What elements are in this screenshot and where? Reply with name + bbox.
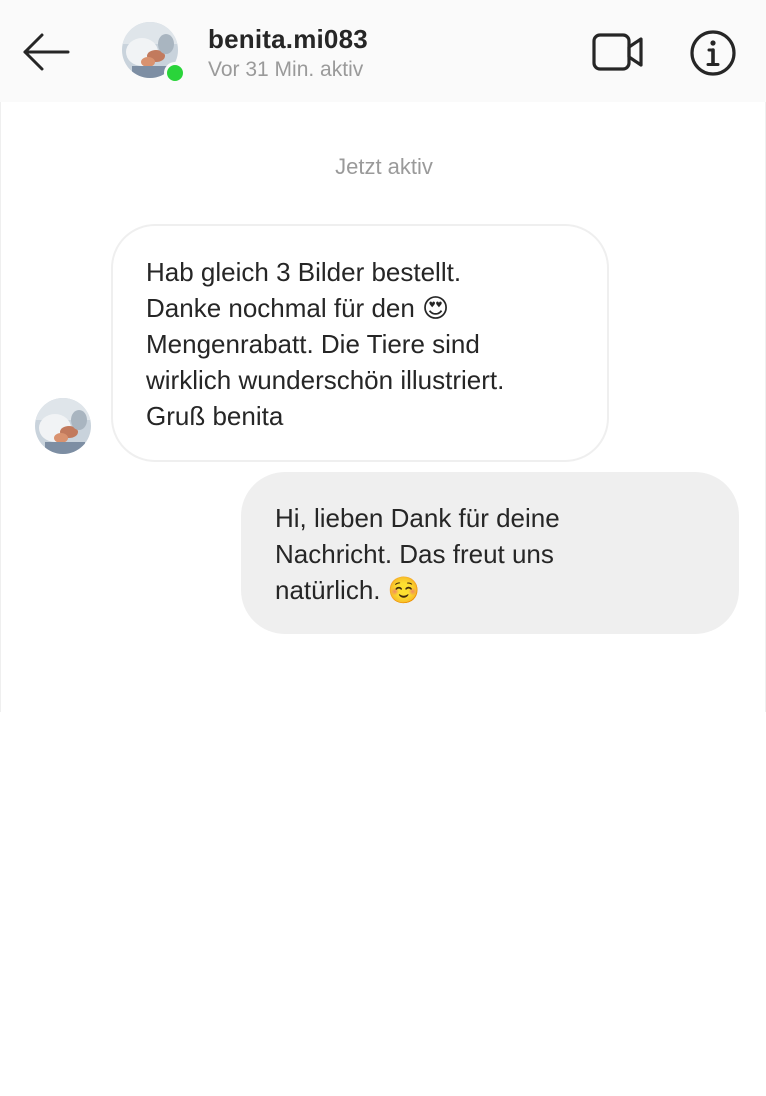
video-call-button[interactable] [590, 30, 646, 74]
chat-header: benita.mi083 Vor 31 Min. aktiv [0, 0, 766, 102]
video-camera-icon [592, 33, 643, 71]
back-button[interactable] [20, 30, 72, 74]
outgoing-message-bubble[interactable]: Hi, lieben Dank für deine Nachricht. Das… [241, 472, 739, 634]
thread-timestamp: Jetzt aktiv [335, 154, 433, 179]
incoming-message-text: Hab gleich 3 Bilder bestellt. Danke noch… [146, 257, 505, 431]
info-circle-icon [690, 30, 736, 76]
online-status-dot [164, 62, 186, 84]
header-avatar[interactable] [122, 22, 186, 84]
last-active-status: Vor 31 Min. aktiv [208, 58, 364, 81]
outgoing-message-text: Hi, lieben Dank für deine Nachricht. Das… [275, 503, 560, 605]
avatar [35, 398, 91, 454]
message-thread: Jetzt aktiv Hab gleich 3 Bilder bestellt… [0, 102, 766, 712]
direct-message-screen: benita.mi083 Vor 31 Min. aktiv Jetzt akt… [0, 0, 766, 1096]
conversation-info-button[interactable] [688, 28, 738, 78]
sender-avatar[interactable] [35, 398, 91, 454]
chat-username[interactable]: benita.mi083 [208, 24, 368, 55]
incoming-message-bubble[interactable]: Hab gleich 3 Bilder bestellt. Danke noch… [111, 224, 609, 462]
arrow-left-icon [23, 33, 70, 71]
